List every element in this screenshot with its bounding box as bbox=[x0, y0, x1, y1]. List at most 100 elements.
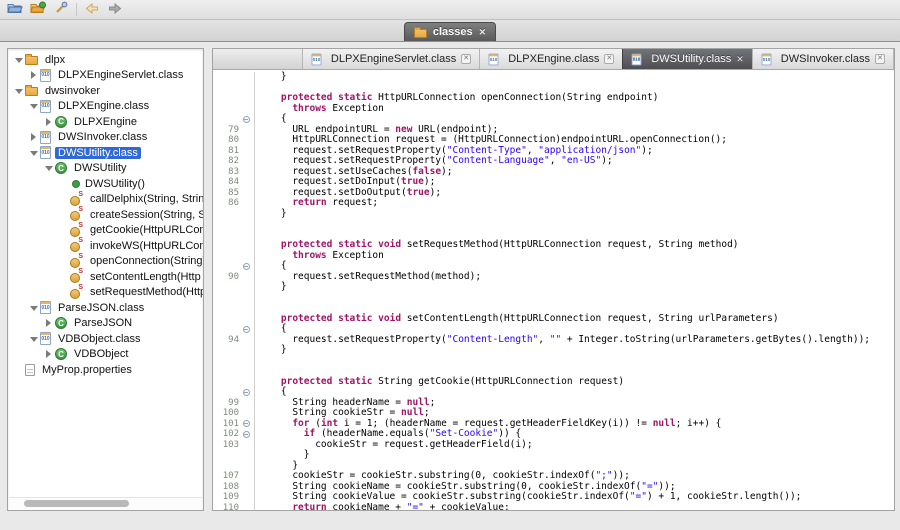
classfile-icon: 010 bbox=[40, 146, 51, 159]
folder-icon bbox=[25, 87, 38, 96]
class-icon: C bbox=[55, 317, 67, 329]
code-line bbox=[213, 356, 894, 367]
fold-icon[interactable] bbox=[239, 420, 253, 427]
open-file-button[interactable] bbox=[5, 1, 25, 18]
tree-item[interactable]: 010 DLPXEngine.class bbox=[8, 99, 203, 115]
static-method-icon: S bbox=[70, 255, 83, 268]
gutter: 86 bbox=[213, 198, 255, 209]
expander-spacer bbox=[58, 193, 70, 205]
chevron-right-icon[interactable] bbox=[43, 116, 55, 128]
fold-icon[interactable] bbox=[239, 326, 253, 333]
tree-item-label: ParseJSON bbox=[71, 317, 135, 329]
tree-item[interactable]: 010VDBObject.class bbox=[8, 331, 203, 347]
chevron-down-icon[interactable] bbox=[28, 333, 40, 345]
line-number: 82 bbox=[213, 156, 239, 167]
tree-item[interactable]: SsetContentLength(Http bbox=[8, 269, 203, 285]
editor-tab[interactable]: 010DLPXEngine.class✕ bbox=[479, 49, 622, 69]
editor-tab[interactable]: 010DWSInvoker.class✕ bbox=[752, 49, 894, 69]
line-number: 83 bbox=[213, 167, 239, 178]
chevron-right-icon[interactable] bbox=[43, 317, 55, 329]
close-icon[interactable]: ✕ bbox=[479, 28, 487, 37]
close-icon[interactable]: ✕ bbox=[736, 55, 744, 64]
classfile-icon: 010 bbox=[40, 131, 51, 144]
constructor-icon bbox=[72, 180, 80, 188]
code-text: } bbox=[255, 209, 287, 220]
expander-spacer bbox=[13, 364, 25, 376]
tree-item[interactable]: dwsinvoker bbox=[8, 83, 203, 99]
tree-item-label: DWSUtility bbox=[71, 162, 130, 174]
tree-item[interactable]: C ParseJSON bbox=[8, 316, 203, 332]
line-number: 109 bbox=[213, 492, 239, 503]
code-text: protected static void setContentLength(H… bbox=[255, 314, 779, 325]
chevron-right-icon[interactable] bbox=[28, 69, 40, 81]
back-button[interactable] bbox=[82, 1, 102, 18]
tree-item-label: MyProp.properties bbox=[39, 364, 135, 376]
gutter bbox=[213, 219, 255, 230]
tree-item[interactable]: dlpx bbox=[8, 52, 203, 68]
tree: dlpx010DLPXEngineServlet.classdwsinvoker… bbox=[8, 52, 203, 496]
tree-item[interactable]: CDLPXEngine bbox=[8, 114, 203, 130]
editor-tab[interactable]: 010DWSUtility.class✕ bbox=[622, 49, 751, 69]
tree-item[interactable]: ScallDelphix(String, Strin bbox=[8, 192, 203, 208]
chevron-down-icon[interactable] bbox=[28, 302, 40, 314]
gutter bbox=[213, 345, 255, 356]
tree-item-label: openConnection(String) bbox=[87, 255, 203, 267]
editor-tab[interactable]: 010DLPXEngineServlet.class✕ bbox=[302, 49, 479, 69]
tree-item[interactable]: ScreateSession(String, St bbox=[8, 207, 203, 223]
chevron-down-icon[interactable] bbox=[28, 100, 40, 112]
tree-item[interactable]: 010DWSInvoker.class bbox=[8, 130, 203, 146]
tree-item[interactable]: 010ParseJSON.class bbox=[8, 300, 203, 316]
gutter bbox=[213, 450, 255, 461]
code-text: request.setRequestMethod(method); bbox=[255, 272, 481, 283]
tree-item[interactable]: DWSUtility() bbox=[8, 176, 203, 192]
code-line bbox=[213, 219, 894, 230]
chevron-right-icon[interactable] bbox=[43, 348, 55, 360]
folder-icon bbox=[25, 56, 38, 65]
chevron-down-icon[interactable] bbox=[28, 147, 40, 159]
tree-item[interactable]: C DWSUtility bbox=[8, 161, 203, 177]
tree-item-label: DLPXEngine.class bbox=[55, 100, 152, 112]
chevron-down-icon[interactable] bbox=[13, 85, 25, 97]
tree-item[interactable]: SinvokeWS(HttpURLConn bbox=[8, 238, 203, 254]
search-button[interactable] bbox=[51, 1, 71, 18]
gutter bbox=[213, 230, 255, 241]
fold-icon[interactable] bbox=[239, 389, 253, 396]
fold-icon[interactable] bbox=[239, 263, 253, 270]
open-type-button[interactable] bbox=[28, 1, 48, 18]
gutter bbox=[213, 251, 255, 262]
tree-item[interactable]: 010DWSUtility.class bbox=[8, 145, 203, 161]
forward-button[interactable] bbox=[105, 1, 125, 18]
chevron-down-icon[interactable] bbox=[43, 162, 55, 174]
close-icon[interactable]: ✕ bbox=[875, 54, 885, 64]
gutter: 81 bbox=[213, 146, 255, 157]
gutter: 82 bbox=[213, 156, 255, 167]
tree-item[interactable]: SsetRequestMethod(Http bbox=[8, 285, 203, 301]
code-line: } bbox=[213, 345, 894, 356]
fold-icon[interactable] bbox=[239, 431, 253, 438]
tab-label: DLPXEngine.class bbox=[508, 53, 599, 65]
classfile-icon: 010 bbox=[40, 100, 51, 113]
chevron-right-icon[interactable] bbox=[28, 131, 40, 143]
line-number: 110 bbox=[213, 503, 239, 511]
tree-item[interactable]: MyProp.properties bbox=[8, 362, 203, 378]
chevron-down-icon[interactable] bbox=[13, 54, 25, 66]
horizontal-scrollbar[interactable] bbox=[9, 497, 202, 509]
tree-item-label: dwsinvoker bbox=[42, 85, 103, 97]
tree-item[interactable]: SgetCookie(HttpURLCon bbox=[8, 223, 203, 239]
code-editor[interactable]: } protected static HttpURLConnection ope… bbox=[213, 70, 894, 510]
code-line: } bbox=[213, 282, 894, 293]
code-text bbox=[255, 293, 258, 304]
class-icon: C bbox=[55, 162, 67, 174]
properties-icon bbox=[25, 364, 35, 376]
close-icon[interactable]: ✕ bbox=[461, 54, 471, 64]
fold-icon[interactable] bbox=[239, 116, 253, 123]
tree-item-label: callDelphix(String, Strin bbox=[87, 193, 203, 205]
package-tree-panel: dlpx010DLPXEngineServlet.classdwsinvoker… bbox=[7, 48, 204, 511]
scrollbar-thumb[interactable] bbox=[24, 500, 128, 507]
tree-item[interactable]: CVDBObject bbox=[8, 347, 203, 363]
tree-item[interactable]: 010DLPXEngineServlet.class bbox=[8, 68, 203, 84]
open-file-icon bbox=[7, 1, 23, 19]
container-tab-classes[interactable]: classes ✕ bbox=[404, 22, 496, 41]
tree-item[interactable]: SopenConnection(String) bbox=[8, 254, 203, 270]
close-icon[interactable]: ✕ bbox=[604, 54, 614, 64]
